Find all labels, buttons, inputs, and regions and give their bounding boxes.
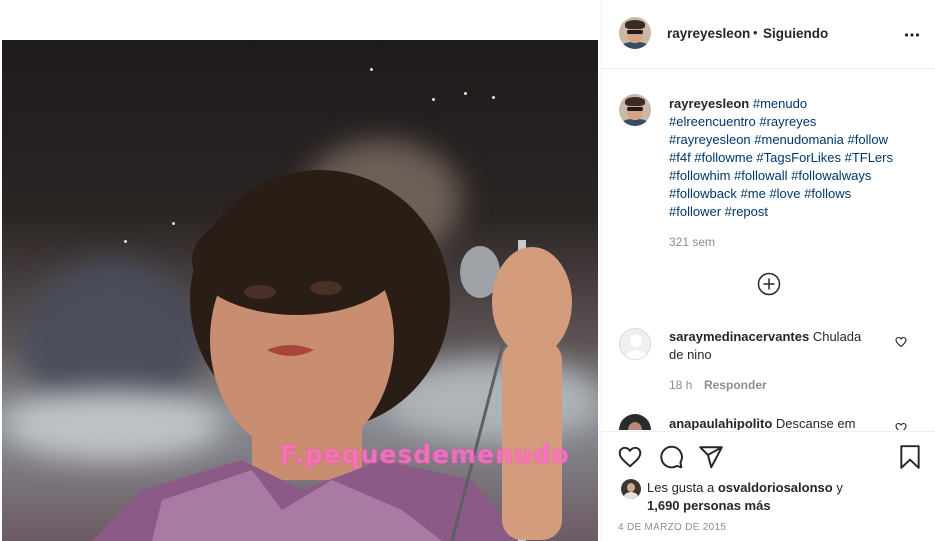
- hashtag-line[interactable]: #menudo: [753, 96, 807, 111]
- header-separator: •: [753, 25, 758, 40]
- post-actions: Les gusta a osvaldoriosalonso y 1,690 pe…: [602, 431, 935, 541]
- comment-icon[interactable]: [658, 444, 684, 470]
- plus-circle-icon[interactable]: [757, 272, 781, 296]
- hashtag-line[interactable]: #rayreyesleon #menudomania #follow: [669, 131, 924, 149]
- comment-author[interactable]: saraymedinacervantes: [669, 329, 809, 344]
- post-date[interactable]: 4 DE MARZO DE 2015: [618, 522, 726, 533]
- hashtag-line[interactable]: #followback #me #love #follows: [669, 185, 924, 203]
- likes-prefix: Les gusta a: [647, 480, 715, 495]
- heart-icon[interactable]: [617, 444, 643, 470]
- author-username[interactable]: rayreyesleon: [667, 26, 750, 41]
- photo-watermark: F.pequesdemenudo: [280, 440, 570, 469]
- reply-button[interactable]: Responder: [704, 378, 767, 392]
- comment-avatar[interactable]: [619, 414, 651, 430]
- comment-like-heart-icon[interactable]: [895, 336, 907, 348]
- more-horizontal-icon[interactable]: [904, 27, 920, 43]
- comment-text: anapaulahipolito Descanse em: [669, 415, 909, 430]
- comment-like-heart-icon[interactable]: [895, 422, 907, 430]
- follow-status[interactable]: Siguiendo: [763, 26, 828, 41]
- hashtag-line[interactable]: #follower #repost: [669, 203, 924, 221]
- author-avatar[interactable]: [619, 17, 651, 49]
- comment-age[interactable]: 18 h: [669, 378, 692, 392]
- comment-avatar[interactable]: [619, 328, 651, 360]
- caption-avatar[interactable]: [619, 94, 651, 126]
- bookmark-icon[interactable]: [898, 444, 922, 470]
- post-header: rayreyesleon • Siguiendo: [602, 0, 935, 69]
- likes-summary: Les gusta a osvaldoriosalonso y 1,690 pe…: [647, 479, 917, 515]
- comment-author[interactable]: anapaulahipolito: [669, 416, 772, 430]
- comments-scroll-area[interactable]: rayreyesleon #menudo #elreencuentro #ray…: [602, 70, 935, 430]
- post-side-panel: rayreyesleon • Siguiendo rayreyesleon #m…: [601, 0, 935, 541]
- hashtag-line[interactable]: #elreencuentro #rayreyes: [669, 113, 924, 131]
- caption-age[interactable]: 321 sem: [669, 235, 715, 249]
- liker-username[interactable]: osvaldoriosalonso: [718, 480, 833, 495]
- comment-text: saraymedinacervantes Chulada de nino: [669, 328, 889, 364]
- comment-body: Descanse em: [775, 416, 856, 430]
- photo-pane: F.pequesdemenudo: [0, 0, 600, 541]
- hashtag-line[interactable]: #f4f #followme #TagsForLikes #TFLers: [669, 149, 924, 167]
- comment-body: de nino: [669, 347, 712, 362]
- post-photo[interactable]: F.pequesdemenudo: [2, 40, 598, 541]
- caption-author[interactable]: rayreyesleon: [669, 96, 749, 111]
- hashtag-line[interactable]: #followhim #followall #followalways: [669, 167, 924, 185]
- liker-avatar[interactable]: [621, 479, 641, 499]
- caption-text: rayreyesleon #menudo #elreencuentro #ray…: [669, 95, 924, 221]
- comment-body: Chulada: [812, 329, 862, 344]
- likes-joiner: y: [836, 480, 843, 495]
- share-icon[interactable]: [698, 444, 724, 470]
- likes-count[interactable]: 1,690 personas más: [647, 497, 917, 515]
